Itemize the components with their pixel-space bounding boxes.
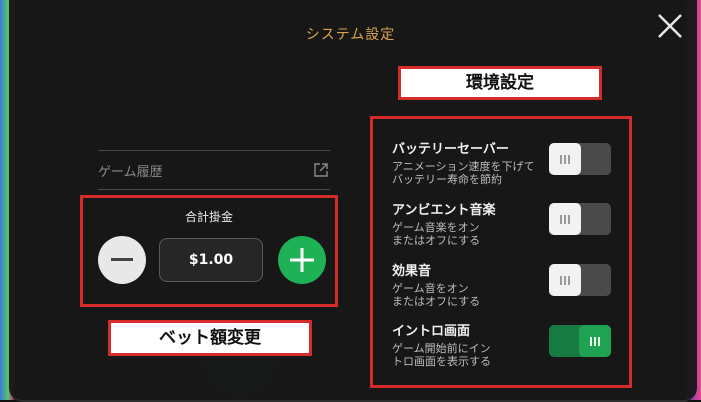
decrease-bet-button[interactable] [98, 236, 146, 284]
minus-icon [111, 258, 133, 261]
setting-name: アンビエント音楽 [392, 203, 496, 218]
close-button[interactable] [652, 8, 688, 44]
total-bet-label: 合計掛金 [184, 210, 233, 224]
external-link-icon [314, 163, 328, 177]
toggle-knob [549, 143, 581, 175]
game-history-row[interactable]: ゲーム履歴 [98, 150, 330, 190]
setting-name: 効果音 [392, 264, 432, 279]
intro-screen-toggle[interactable] [549, 325, 611, 357]
setting-ambient-music: アンビエント音楽 ゲーム音楽をオン またはオフにする [392, 203, 552, 247]
close-icon [658, 14, 682, 38]
increase-bet-button[interactable] [278, 236, 326, 284]
ambient-music-toggle[interactable] [549, 203, 611, 235]
setting-battery-saver: バッテリーセーバー アニメーション速度を下げて バッテリー寿命を節約 [392, 142, 552, 186]
battery-saver-toggle[interactable] [549, 143, 611, 175]
toggle-knob [549, 264, 581, 296]
bet-change-annotation: ベット額変更 [108, 320, 312, 356]
setting-name: イントロ画面 [392, 324, 471, 339]
setting-name: バッテリーセーバー [392, 142, 509, 157]
plus-icon [290, 248, 314, 272]
setting-description: ゲーム開始前にイン トロ画面を表示する [392, 342, 491, 368]
toggle-knob [579, 325, 611, 357]
setting-description: アニメーション速度を下げて バッテリー寿命を節約 [392, 160, 535, 186]
bet-amount-display: $1.00 [159, 238, 263, 282]
setting-intro-screen: イントロ画面 ゲーム開始前にイン トロ画面を表示する [392, 324, 552, 368]
setting-sound-effects: 効果音 ゲーム音をオン またはオフにする [392, 264, 552, 308]
sound-effects-toggle[interactable] [549, 264, 611, 296]
setting-description: ゲーム音をオン またはオフにする [392, 282, 481, 308]
game-history-label: ゲーム履歴 [98, 164, 163, 180]
environment-settings-annotation: 環境設定 [398, 66, 602, 100]
toggle-knob [549, 203, 581, 235]
page-title: システム設定 [305, 27, 396, 43]
setting-description: ゲーム音楽をオン またはオフにする [392, 221, 481, 247]
